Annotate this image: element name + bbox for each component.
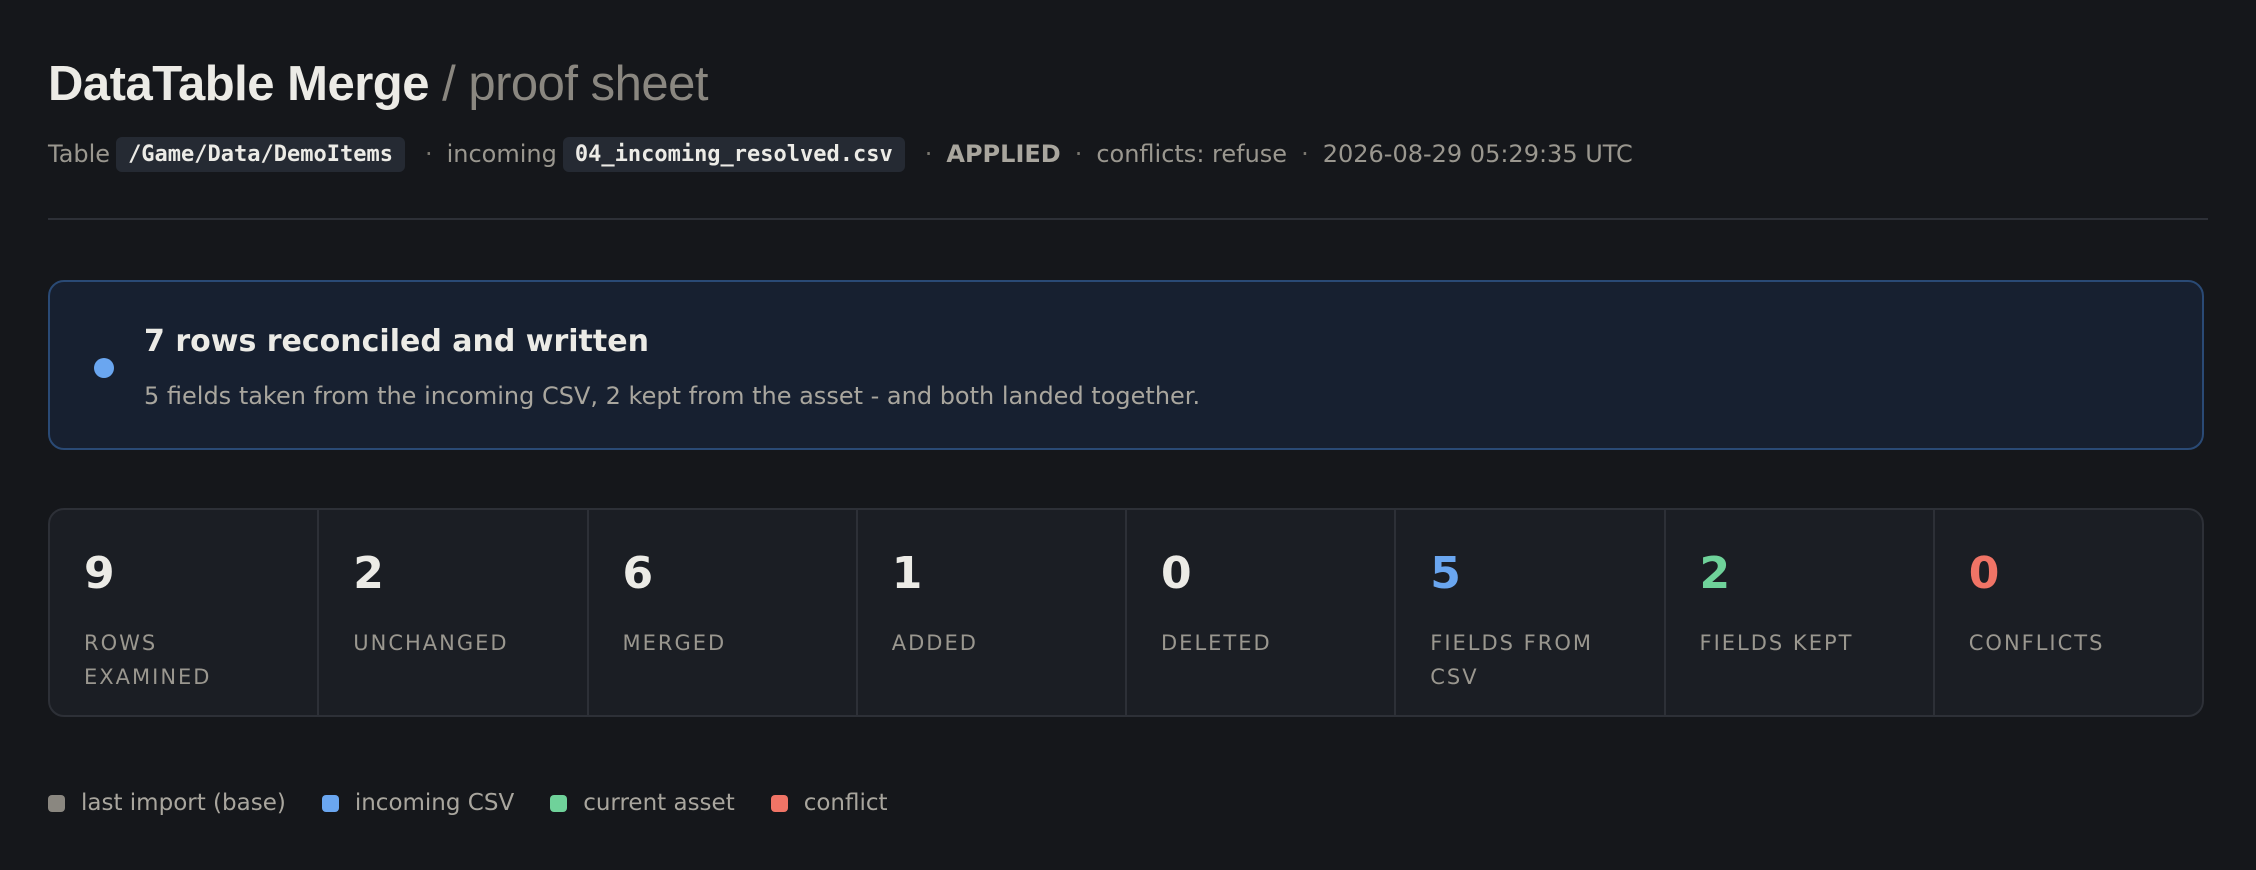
legend-item-incoming: incoming CSV	[321, 790, 515, 816]
stat-label: Deleted	[1161, 631, 1272, 655]
stat-label: Merged	[622, 631, 727, 655]
stat-merged: 6 Merged	[589, 510, 858, 715]
stat-value: 1	[891, 548, 923, 599]
legend-swatch-icon	[321, 794, 339, 812]
legend-label: incoming CSV	[354, 790, 515, 816]
stat-value: 9	[84, 548, 115, 599]
stat-deleted: 0 Deleted	[1127, 510, 1397, 715]
meta-line: Table /Game/Data/DemoItems · incoming 04…	[48, 134, 1633, 174]
incoming-file: 04_incoming_resolved.csv	[562, 136, 905, 172]
stat-value: 2	[1699, 548, 1731, 599]
meta-separator: ·	[424, 140, 433, 168]
summary-headline: 7 rows reconciled and written	[144, 324, 649, 359]
legend-swatch-icon	[770, 794, 788, 812]
timestamp: 2026-08-29 05:29:35 UTC	[1322, 140, 1633, 168]
stat-value: 5	[1430, 548, 1461, 599]
stat-value: 0	[1161, 548, 1192, 599]
legend-label: current asset	[583, 790, 735, 816]
stat-label: Added	[891, 631, 978, 655]
page-title: DataTable Merge / proof sheet	[48, 56, 709, 112]
stat-rows-examined: 9 Rows examined	[50, 510, 320, 715]
summary-banner: 7 rows reconciled and written 5 fields t…	[48, 280, 2204, 450]
stat-value: 2	[353, 548, 384, 599]
legend-swatch-icon	[550, 794, 568, 812]
stat-label: Fields kept	[1699, 631, 1854, 655]
meta-separator: ·	[1301, 140, 1309, 168]
legend-swatch-icon	[48, 794, 65, 812]
summary-detail: 5 fields taken from the incoming CSV, 2 …	[144, 382, 1201, 410]
color-legend: last import (base) incoming CSV current …	[48, 790, 924, 816]
stat-added: 1 Added	[858, 510, 1127, 715]
meta-separator: ·	[924, 140, 933, 168]
legend-label: last import (base)	[81, 790, 286, 816]
status-badge: APPLIED	[946, 140, 1061, 168]
table-path: /Game/Data/DemoItems	[116, 136, 405, 172]
legend-label: conflict	[803, 790, 888, 816]
stat-label: Unchanged	[353, 631, 509, 655]
meta-separator: ·	[1074, 140, 1083, 168]
incoming-label: incoming	[446, 140, 557, 168]
legend-item-current: current asset	[550, 790, 735, 816]
stat-fields-kept: 2 Fields kept	[1666, 510, 1935, 715]
conflicts-policy: conflicts: refuse	[1096, 140, 1288, 168]
stat-label: Fields from CSV	[1430, 631, 1593, 689]
stat-fields-from-csv: 5 Fields from CSV	[1396, 510, 1666, 715]
legend-item-conflict: conflict	[770, 790, 888, 816]
stat-label: Conflicts	[1968, 631, 2105, 655]
stat-label: Rows examined	[84, 631, 212, 689]
page-title-main: DataTable Merge	[48, 57, 429, 111]
table-label: Table	[48, 140, 111, 168]
status-dot-icon	[94, 358, 114, 378]
page-title-subtitle: / proof sheet	[442, 57, 709, 111]
stats-panel: 9 Rows examined 2 Unchanged 6 Merged 1 A…	[48, 508, 2204, 717]
stat-unchanged: 2 Unchanged	[319, 510, 589, 715]
stat-value: 0	[1968, 548, 2000, 599]
header-divider	[48, 218, 2208, 220]
legend-item-base: last import (base)	[48, 790, 286, 816]
stat-conflicts: 0 Conflicts	[1935, 510, 2202, 715]
stat-value: 6	[622, 548, 654, 599]
